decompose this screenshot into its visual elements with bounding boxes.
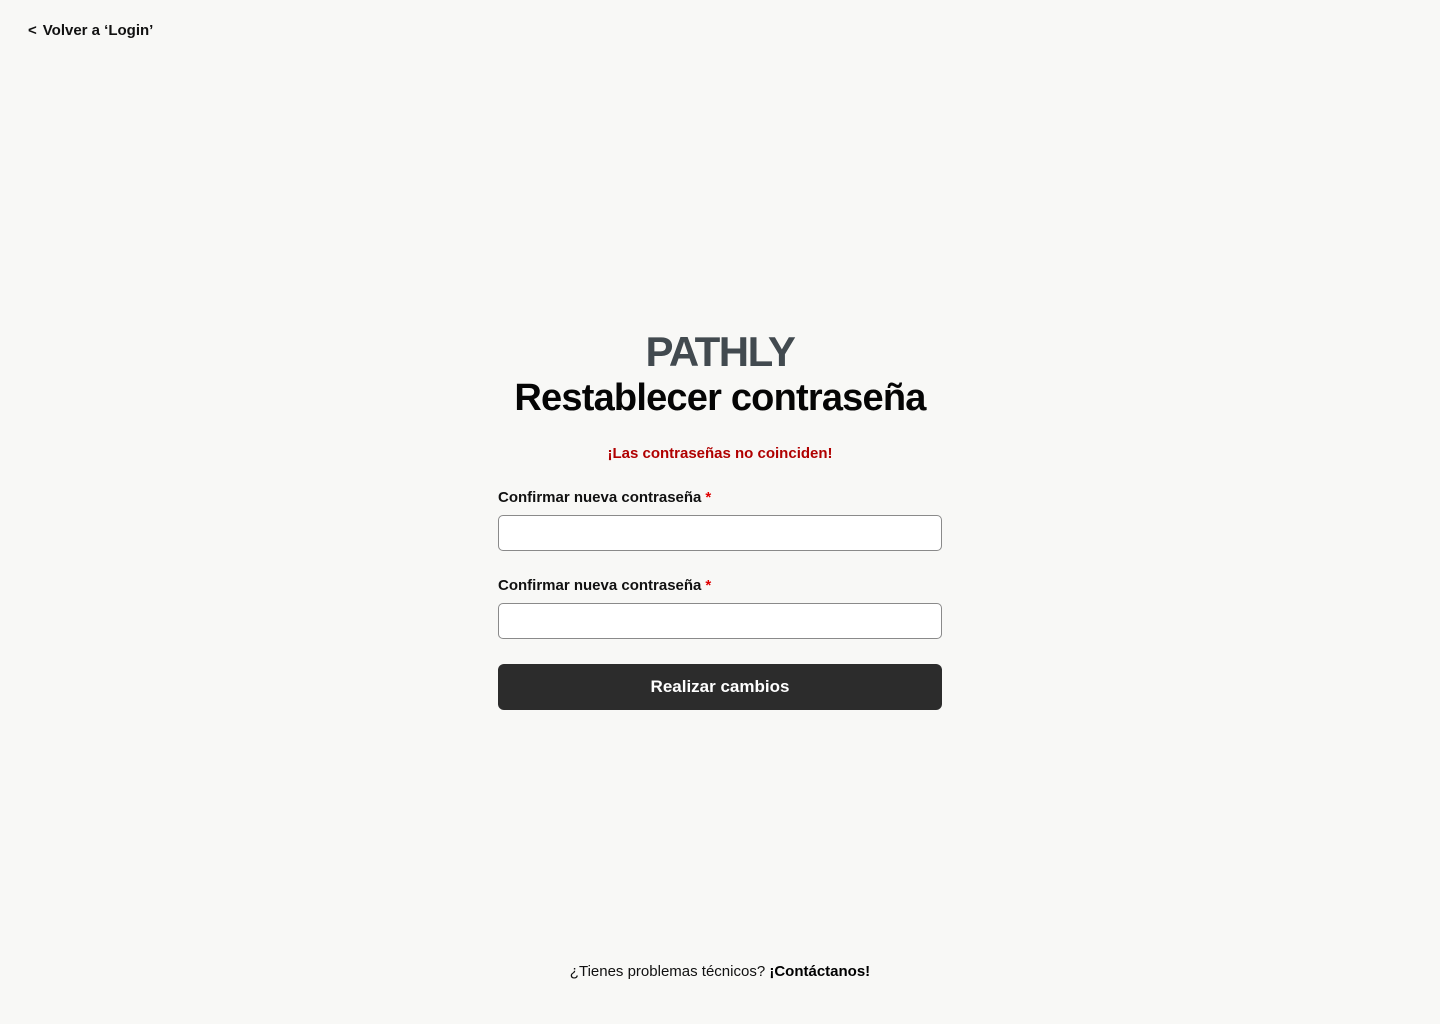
back-to-login-link[interactable]: < Volver a ‘Login’ bbox=[28, 22, 153, 39]
reset-password-card: PATHLY Restablecer contraseña ¡Las contr… bbox=[498, 328, 942, 710]
required-mark: * bbox=[705, 577, 712, 594]
field-label: Confirmar nueva contraseña * bbox=[498, 577, 942, 595]
required-mark: * bbox=[705, 489, 712, 506]
contact-link[interactable]: ¡Contáctanos! bbox=[769, 963, 870, 980]
error-message: ¡Las contraseñas no coinciden! bbox=[607, 445, 833, 462]
password-field-1: Confirmar nueva contraseña * bbox=[498, 489, 942, 551]
footer-text: ¿Tienes problemas técnicos? bbox=[569, 963, 766, 980]
back-link-label: Volver a ‘Login’ bbox=[42, 22, 154, 39]
field-label-text: Confirmar nueva contraseña bbox=[498, 577, 702, 594]
field-label-text: Confirmar nueva contraseña bbox=[498, 489, 702, 506]
reset-password-page: < Volver a ‘Login’ PATHLY Restablecer co… bbox=[0, 0, 1440, 1024]
brand-logo: PATHLY bbox=[645, 328, 796, 375]
confirm-password-input[interactable] bbox=[498, 603, 942, 639]
submit-changes-button[interactable]: Realizar cambios bbox=[498, 664, 942, 710]
new-password-input[interactable] bbox=[498, 515, 942, 551]
footer: ¿Tienes problemas técnicos? ¡Contáctanos… bbox=[0, 962, 1440, 982]
page-title: Restablecer contraseña bbox=[514, 377, 926, 419]
password-field-2: Confirmar nueva contraseña * bbox=[498, 577, 942, 639]
chevron-left-icon: < bbox=[28, 22, 37, 39]
field-label: Confirmar nueva contraseña * bbox=[498, 489, 942, 507]
